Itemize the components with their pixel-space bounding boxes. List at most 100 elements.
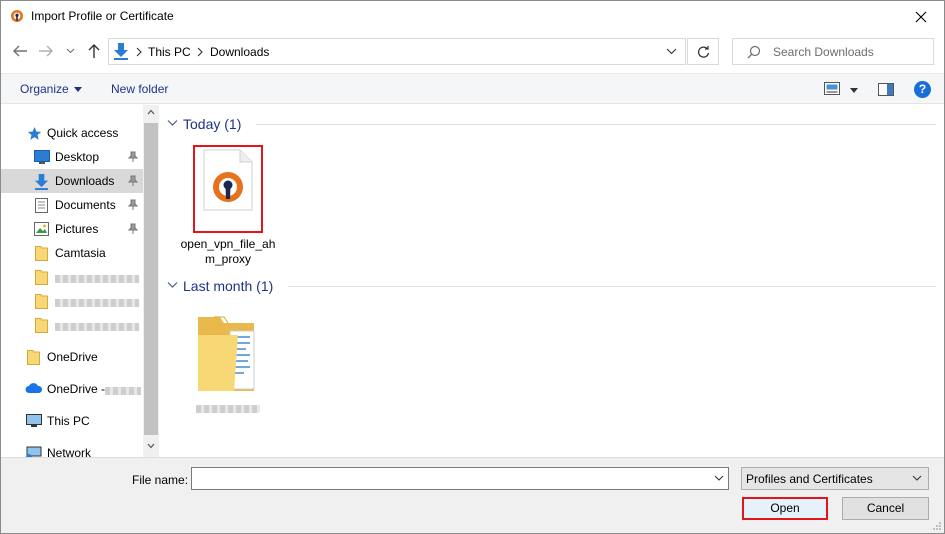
chevron-right-icon: [197, 47, 203, 57]
chevron-up-icon[interactable]: [147, 109, 155, 115]
chevron-down-icon: [912, 475, 922, 481]
close-button[interactable]: [898, 1, 944, 32]
caret-down-icon: [73, 87, 82, 93]
file-open-dialog: Import Profile or Certificate This PC Do…: [0, 0, 945, 534]
sidebar-item-redacted-folder[interactable]: [1, 313, 143, 337]
navigation-scrollbar[interactable]: [143, 105, 159, 457]
sidebar-item-redacted-folder[interactable]: [1, 265, 143, 289]
search-icon: [747, 45, 761, 59]
address-bar[interactable]: This PC Downloads: [108, 38, 686, 65]
sidebar-item-redacted-folder[interactable]: [1, 289, 143, 313]
arrow-left-icon: [13, 45, 27, 57]
cancel-button[interactable]: Cancel: [842, 497, 929, 520]
chevron-down-icon[interactable]: [147, 443, 155, 449]
file-name-label: open_vpn_file_ahm_proxy: [180, 237, 276, 266]
help-button[interactable]: ?: [914, 81, 931, 98]
network-icon: [26, 446, 42, 457]
pin-icon[interactable]: [128, 175, 138, 187]
command-bar: Organize New folder ?: [1, 73, 944, 104]
folder-icon: [35, 270, 48, 285]
redacted-label: [55, 323, 139, 331]
file-item-openvpn[interactable]: open_vpn_file_ahm_proxy: [178, 145, 278, 269]
breadcrumb-this-pc[interactable]: This PC: [148, 45, 191, 59]
sidebar-item-label: Pictures: [55, 222, 99, 236]
organize-label: Organize: [20, 82, 69, 96]
chevron-down-icon[interactable]: [666, 46, 677, 57]
chevron-down-icon: [167, 120, 178, 126]
view-options-caret-icon[interactable]: [850, 88, 858, 93]
sidebar-item-label: Downloads: [55, 174, 115, 188]
pin-icon[interactable]: [128, 223, 138, 235]
chevron-down-icon: [66, 48, 74, 54]
refresh-icon: [697, 46, 709, 58]
sidebar-item-quick-access[interactable]: Quick access: [1, 121, 143, 145]
back-button[interactable]: [9, 40, 31, 62]
group-header-last-month[interactable]: Last month (1): [167, 277, 307, 297]
pictures-icon: [34, 222, 49, 236]
up-button[interactable]: [83, 40, 105, 62]
forward-button[interactable]: [35, 40, 57, 62]
window-title: Import Profile or Certificate: [31, 9, 174, 23]
refresh-button[interactable]: [687, 38, 719, 65]
documents-icon: [35, 198, 48, 213]
downloads-icon: [34, 174, 49, 190]
chevron-right-icon: [136, 47, 142, 57]
search-input[interactable]: Search Downloads: [732, 38, 934, 65]
sidebar-item-label: Desktop: [55, 150, 100, 164]
group-label: Last month (1): [183, 278, 274, 294]
file-name-label: File name:: [132, 473, 189, 487]
open-button[interactable]: Open: [742, 497, 828, 520]
sidebar-item-network[interactable]: Network: [1, 441, 143, 457]
sidebar-item-documents[interactable]: Documents: [1, 193, 143, 217]
close-icon: [915, 11, 927, 22]
sidebar-item-label: OneDrive: [47, 350, 98, 364]
title-bar: Import Profile or Certificate: [1, 1, 944, 32]
sidebar-item-desktop[interactable]: Desktop: [1, 145, 143, 169]
group-divider: [256, 124, 936, 125]
sidebar-item-onedrive-business[interactable]: OneDrive -: [1, 377, 143, 401]
folder-icon: [198, 316, 255, 391]
group-header-today[interactable]: Today (1): [167, 115, 287, 135]
sidebar-item-downloads[interactable]: Downloads: [1, 169, 143, 193]
sidebar-item-label: This PC: [47, 414, 90, 428]
new-folder-button[interactable]: New folder: [111, 82, 168, 96]
openvpn-file-icon: [203, 149, 253, 211]
openvpn-app-icon: [11, 10, 23, 22]
chevron-down-icon: [167, 282, 178, 288]
sidebar-item-onedrive[interactable]: OneDrive: [1, 345, 143, 369]
sidebar-item-label: Documents: [55, 198, 116, 212]
folder-icon: [27, 350, 40, 365]
sidebar-item-camtasia[interactable]: Camtasia: [1, 241, 143, 265]
arrow-up-icon: [88, 44, 100, 58]
folder-item-redacted[interactable]: [178, 307, 278, 417]
pin-icon[interactable]: [128, 199, 138, 211]
sidebar-item-this-pc[interactable]: This PC: [1, 409, 143, 433]
sidebar-item-label: Quick access: [47, 126, 119, 140]
preview-pane-icon[interactable]: [878, 83, 894, 96]
dialog-footer: File name: Profiles and Certificates Ope…: [1, 457, 944, 533]
sidebar-item-label: Network: [47, 446, 92, 457]
change-view-icon[interactable]: [824, 82, 840, 96]
scrollbar-thumb[interactable]: [144, 123, 158, 435]
file-type-value: Profiles and Certificates: [746, 472, 873, 486]
star-icon: [27, 127, 42, 140]
redacted-label: [105, 387, 141, 395]
arrow-right-icon: [39, 45, 53, 57]
downloads-icon: [114, 43, 128, 60]
chevron-down-icon[interactable]: [714, 474, 724, 482]
navigation-pane: Quick access Desktop Downloads Documents…: [1, 105, 159, 457]
folder-icon: [35, 246, 48, 261]
file-name-input[interactable]: [191, 467, 729, 490]
recent-locations-button[interactable]: [63, 40, 77, 62]
folder-icon: [35, 318, 48, 333]
sidebar-item-pictures[interactable]: Pictures: [1, 217, 143, 241]
pin-icon[interactable]: [128, 151, 138, 163]
resize-grip-icon[interactable]: [932, 521, 942, 531]
redacted-label: [55, 275, 139, 283]
computer-icon: [26, 414, 42, 427]
sidebar-item-label: OneDrive -: [47, 382, 106, 396]
organize-button[interactable]: Organize: [20, 82, 82, 96]
breadcrumb-downloads[interactable]: Downloads: [210, 45, 269, 59]
file-type-select[interactable]: Profiles and Certificates: [741, 467, 929, 490]
cloud-icon: [25, 383, 43, 393]
